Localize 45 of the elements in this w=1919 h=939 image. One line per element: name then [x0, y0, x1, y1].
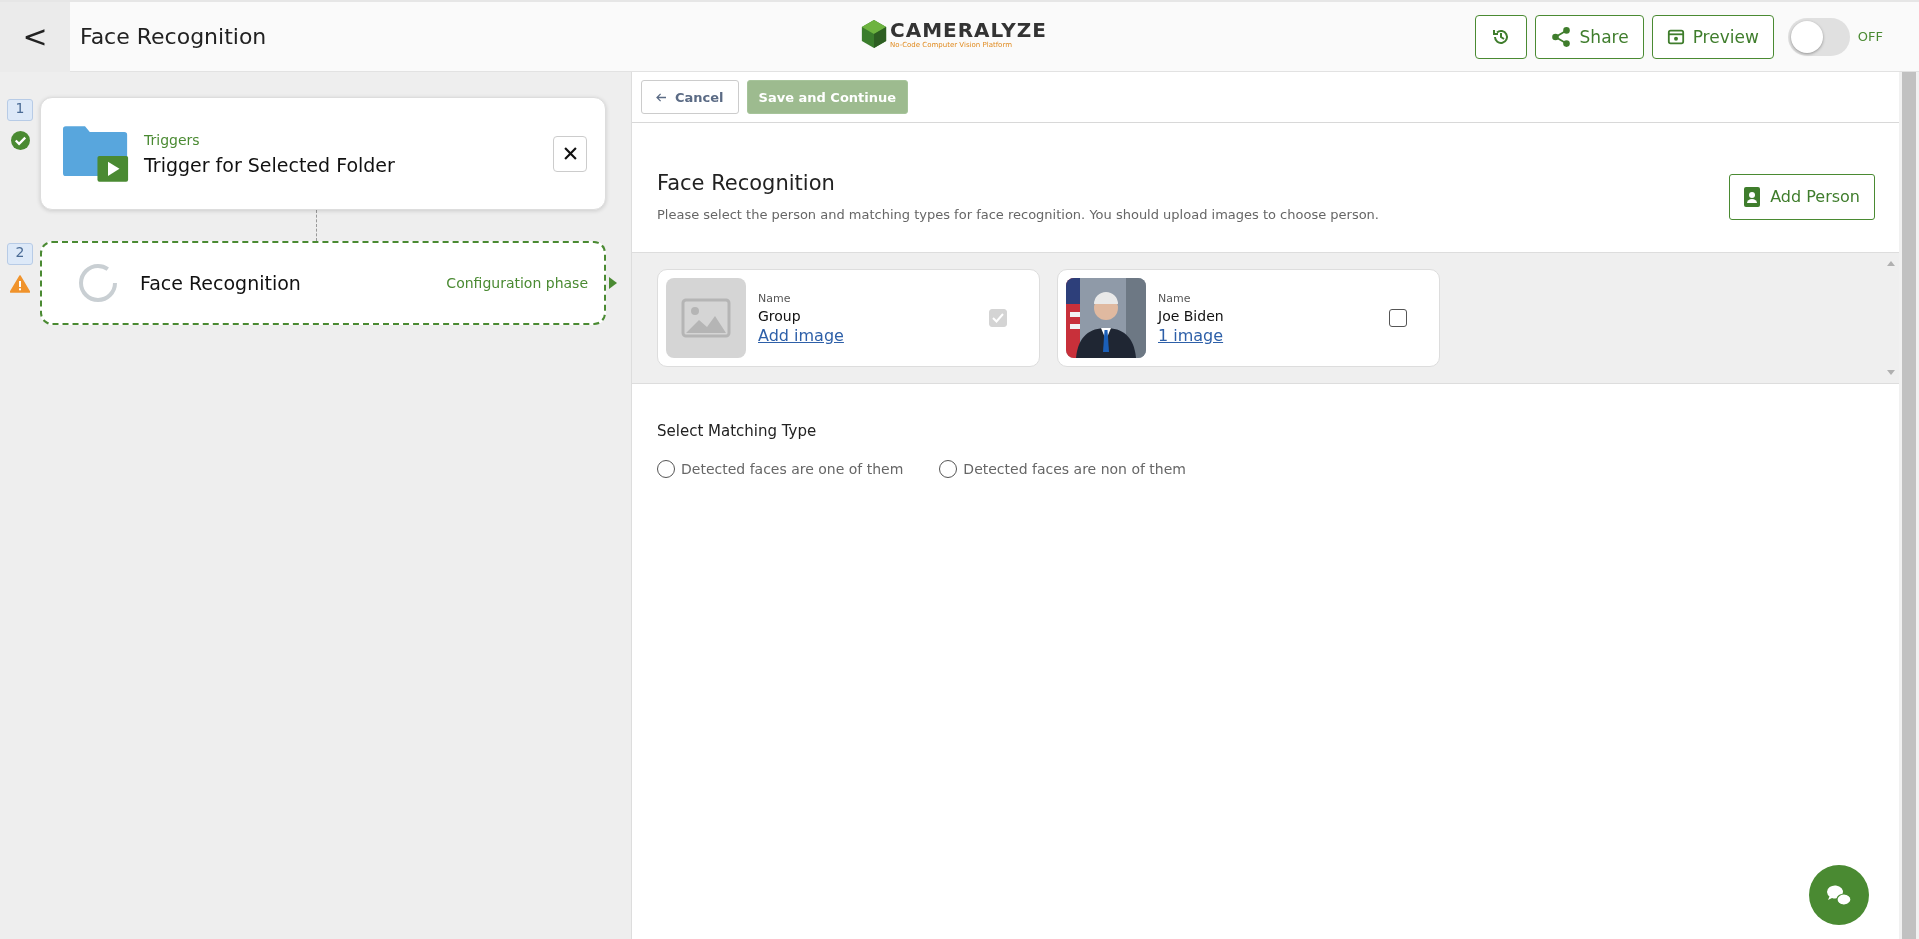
step-category: Triggers [144, 131, 201, 148]
logo-icon [860, 18, 888, 50]
step-phase: Configuration phase [446, 275, 588, 291]
back-button[interactable]: < [0, 1, 70, 72]
panel-description: Please select the person and matching types for face recognition. You should upload images to choose person. [657, 207, 1380, 222]
close-button[interactable] [553, 135, 587, 172]
checkbox[interactable] [1389, 309, 1407, 327]
image-icon [681, 298, 731, 338]
preview-button[interactable]: Preview [1651, 14, 1774, 59]
person-name: Joe Biden [1158, 307, 1225, 324]
scroll-down-icon[interactable] [1887, 370, 1895, 375]
section-title: Select Matching Type [657, 422, 818, 440]
panel-title: Face Recognition [657, 171, 836, 195]
field-label: Name [1158, 291, 1192, 305]
scroll-up-icon[interactable] [1887, 261, 1895, 266]
share-button[interactable]: Share [1534, 14, 1644, 59]
logo-name: CAMERALYZE [890, 18, 1047, 41]
toggle-switch[interactable] [1787, 17, 1850, 56]
arrow-icon [609, 277, 617, 289]
step-number: 1 [7, 99, 33, 121]
close-icon [563, 147, 577, 160]
radio-option[interactable]: Detected faces are one of them [657, 460, 904, 478]
step-title: Trigger for Selected Folder [144, 153, 396, 176]
scrollbar[interactable] [1899, 72, 1919, 939]
spinner-icon [78, 263, 118, 303]
flow-step-card[interactable]: Face Recognition Configuration phase [40, 241, 606, 325]
page-title: Face Recognition [80, 24, 268, 49]
person-name: Group [758, 307, 802, 324]
preview-icon [1666, 27, 1685, 46]
field-label: Name [758, 291, 792, 305]
chat-icon [1825, 883, 1853, 907]
image-link[interactable]: 1 image [1158, 325, 1224, 345]
cancel-button[interactable]: Cancel [641, 80, 739, 114]
folder-play-icon [63, 124, 130, 183]
person-badge-icon [1744, 186, 1761, 207]
toggle-label: OFF [1857, 29, 1883, 44]
flow-step-card[interactable]: Triggers Trigger for Selected Folder [40, 97, 606, 210]
add-person-button[interactable]: Add Person [1729, 173, 1875, 220]
step-title: Face Recognition [140, 272, 301, 294]
chat-button[interactable] [1809, 865, 1869, 925]
history-button[interactable] [1474, 14, 1527, 59]
step-number: 2 [7, 243, 33, 265]
share-icon [1549, 25, 1572, 48]
radio-option[interactable]: Detected faces are non of them [939, 460, 1186, 478]
arrow-left-icon [656, 92, 667, 102]
